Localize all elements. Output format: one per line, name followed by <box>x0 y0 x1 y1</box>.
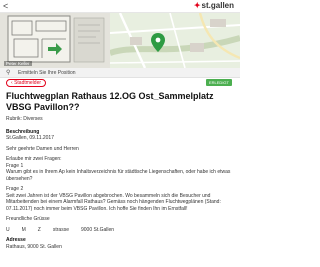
signature-part: Z <box>37 226 41 233</box>
back-button[interactable]: < <box>3 1 8 11</box>
adresse-value: Rathaus, 9000 St. Gallen <box>6 243 62 250</box>
floor-plan-image <box>0 13 110 68</box>
top-bar: < ✦st.gallen <box>0 0 240 13</box>
category-tag[interactable]: ‹ Stadtmelder <box>6 79 47 87</box>
location-map[interactable] <box>109 13 240 68</box>
status-badge: ERLEDIGT <box>205 79 232 86</box>
report-body: Rubrik: Diverses Beschreibung St.Gallen,… <box>6 116 234 250</box>
rubrik: Rubrik: Diverses <box>6 116 43 122</box>
category-label: Stadtmelder <box>14 80 42 86</box>
closing: Freundliche Grüsse <box>6 216 50 222</box>
status-row: ‹ Stadtmelder ERLEDIGT <box>0 79 240 87</box>
report-title: Fluchtwegplan Rathaus 12.OG Ost_Sammelpl… <box>6 91 214 112</box>
signature: U M Z strasse 9000 St.Gallen <box>6 227 234 234</box>
map-tiles <box>109 13 240 68</box>
brand-logo[interactable]: ✦st.gallen <box>194 1 234 11</box>
reporter-name: Peter Keller <box>4 61 32 66</box>
locate-icon: ⚲ <box>6 70 11 76</box>
brand-mark-icon: ✦ <box>193 1 201 10</box>
report-photo[interactable]: Peter Keller <box>0 13 110 68</box>
signature-part: U <box>6 226 10 233</box>
hero-media: Peter Keller <box>0 13 240 68</box>
greeting: Sehr geehrte Damen und Herren <box>6 145 79 152</box>
signature-part: M <box>21 226 26 233</box>
beschreibung-date: St.Gallen, 09.11.2017 <box>6 135 54 141</box>
frage1-text: Warum gibt es in Ihrem Ap kein Inhaltsve… <box>6 169 231 182</box>
locate-label: Ermitteln Sie Ihre Position <box>18 69 76 76</box>
locate-position-bar[interactable]: ⚲ Ermitteln Sie Ihre Position <box>0 68 240 78</box>
signature-part: strasse <box>52 226 69 233</box>
frage2-text: Seit zwei Jahren ist der VBSG Pavillon a… <box>6 192 221 212</box>
brand-name: st.gallen <box>201 1 234 10</box>
signature-part: 9000 St.Gallen <box>80 226 115 233</box>
